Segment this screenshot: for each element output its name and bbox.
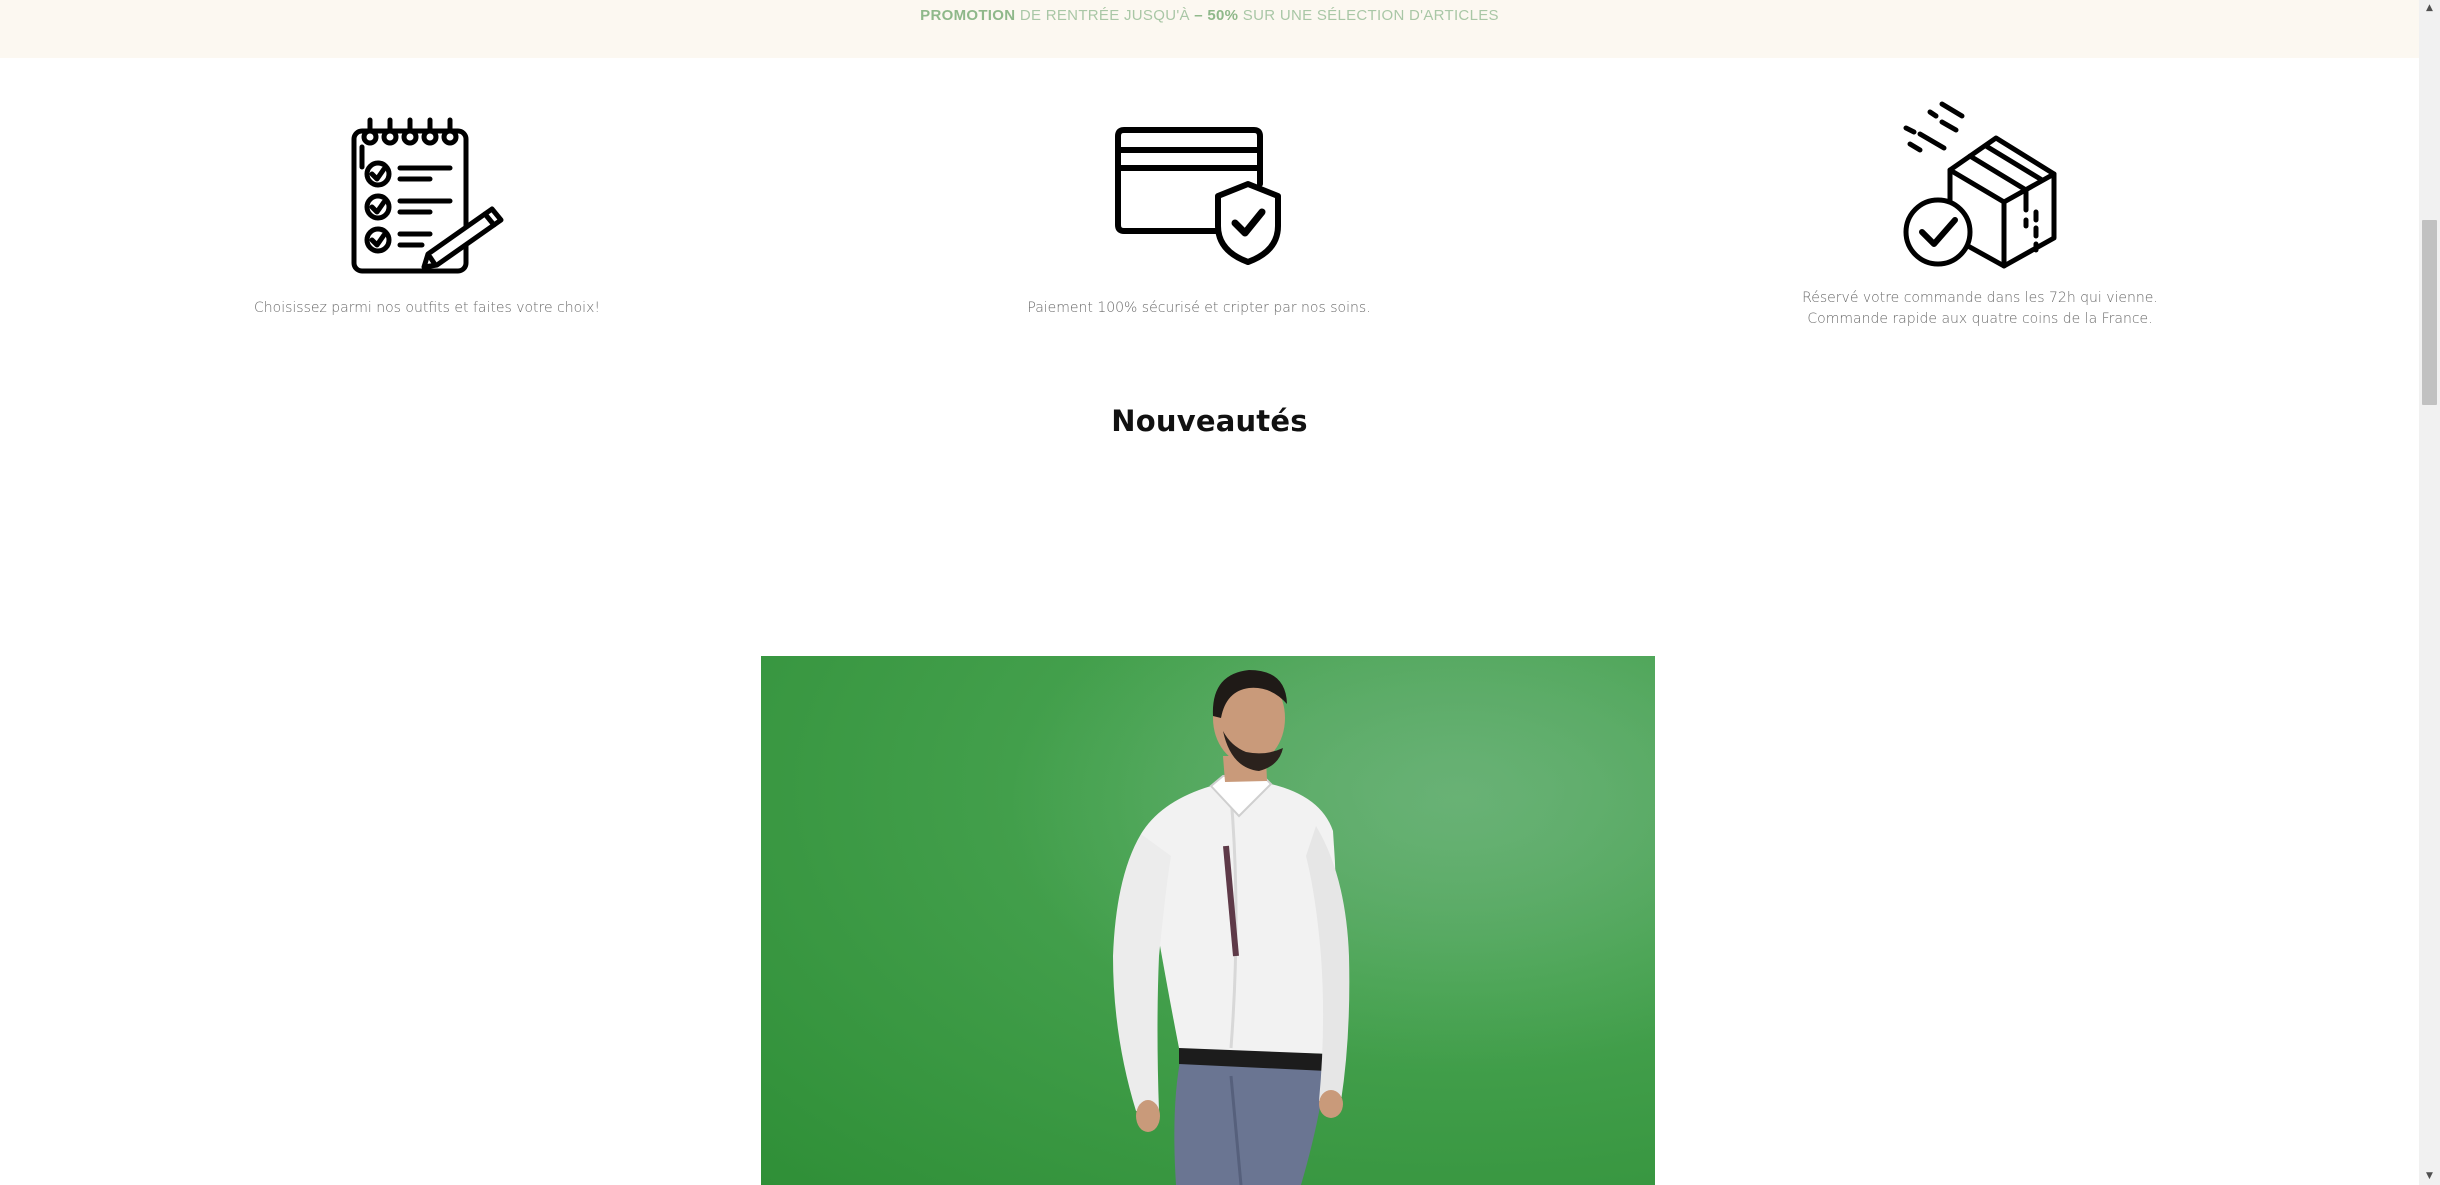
feature-secure-payment: Paiement 100% sécurisé et cripter par no…	[849, 100, 1549, 330]
page: PROMOTION DE RENTRÉE JUSQU'À – 50% SUR U…	[0, 0, 2440, 1185]
feature-choose-outfit: Choisissez parmi nos outfits et faites v…	[77, 100, 777, 330]
scroll-down-icon[interactable]: ▼	[2419, 1168, 2440, 1185]
promo-text: PROMOTION DE RENTRÉE JUSQU'À – 50% SUR U…	[0, 7, 2419, 24]
feature-caption: Paiement 100% sécurisé et cripter par no…	[1027, 300, 1371, 316]
promo-text-part: DE RENTRÉE JUSQU'À	[1015, 7, 1195, 24]
delivery-box-icon	[1630, 100, 2330, 272]
feature-caption-line: Réservé votre commande dans les 72h qui …	[1802, 290, 2158, 306]
feature-fast-delivery: Réservé votre commande dans les 72h qui …	[1630, 100, 2330, 330]
promo-strong-label: PROMOTION	[920, 7, 1016, 24]
promo-text-part-2: SUR UNE SÉLECTION D'ARTICLES	[1238, 7, 1499, 24]
product-image[interactable]	[761, 656, 1655, 1185]
scrollbar-thumb[interactable]	[2422, 220, 2437, 405]
feature-caption: Réservé votre commande dans les 72h qui …	[1630, 288, 2330, 330]
promo-discount: – 50%	[1194, 7, 1239, 24]
vertical-scrollbar[interactable]: ▲ ▼	[2419, 0, 2440, 1185]
scroll-up-icon[interactable]: ▲	[2419, 0, 2440, 17]
feature-caption: Choisissez parmi nos outfits et faites v…	[254, 300, 600, 316]
promo-bar: PROMOTION DE RENTRÉE JUSQU'À – 50% SUR U…	[0, 0, 2419, 58]
feature-caption-line: Commande rapide aux quatre coins de la F…	[1807, 311, 2153, 327]
checklist-icon	[77, 117, 777, 275]
secure-card-icon	[849, 126, 1549, 266]
model-photo	[761, 656, 1655, 1185]
section-title: Nouveautés	[1111, 404, 1308, 438]
